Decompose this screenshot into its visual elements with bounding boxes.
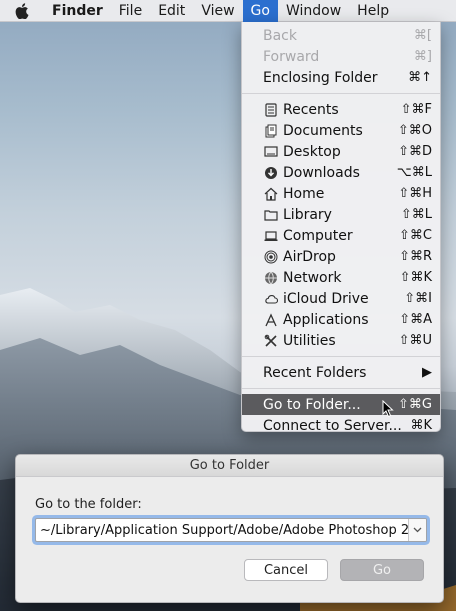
menu-edit[interactable]: Edit — [150, 0, 193, 22]
menu-view[interactable]: View — [193, 0, 242, 22]
cancel-button[interactable]: Cancel — [244, 559, 328, 581]
chevron-down-icon — [413, 527, 422, 533]
folder-path-input[interactable]: ~/Library/Application Support/Adobe/Adob… — [35, 518, 427, 542]
menu-item-shortcut: ⇧⌘O — [397, 123, 432, 138]
menu-item-enclosing-folder[interactable]: Enclosing Folder ⌘↑ — [242, 67, 440, 88]
icloud-icon — [263, 291, 279, 307]
menu-item-label: Recent Folders — [263, 364, 367, 381]
home-icon — [263, 186, 279, 202]
menu-item-downloads[interactable]: Downloads ⌥⌘L — [242, 162, 440, 183]
menu-item-label: Back — [263, 27, 297, 44]
menu-item-recent-folders[interactable]: Recent Folders ▶ — [242, 362, 440, 383]
menu-item-label: Home — [283, 185, 325, 202]
apple-icon[interactable] — [0, 0, 44, 22]
menu-item-shortcut: ⇧⌘F — [400, 102, 432, 117]
documents-icon — [263, 123, 279, 139]
menu-item-shortcut: ⇧⌘A — [399, 312, 432, 327]
recents-icon — [263, 102, 279, 118]
menu-item-shortcut: ⇧⌘G — [398, 397, 432, 412]
menu-item-shortcut: ⇧⌘D — [398, 144, 432, 159]
airdrop-icon — [263, 249, 279, 265]
menu-item-connect-to-server[interactable]: Connect to Server... ⌘K — [242, 415, 440, 436]
go-to-folder-dialog: Go to Folder Go to the folder: ~/Library… — [15, 454, 444, 603]
menu-item-computer[interactable]: Computer ⇧⌘C — [242, 225, 440, 246]
utilities-icon — [263, 333, 279, 349]
menu-item-label: Network — [283, 269, 342, 286]
menu-finder[interactable]: Finder — [44, 0, 111, 22]
applications-icon — [263, 312, 279, 328]
menu-item-shortcut: ⌘K — [410, 418, 432, 433]
folder-path-value[interactable]: ~/Library/Application Support/Adobe/Adob… — [36, 523, 408, 538]
menu-item-shortcut: ⇧⌘K — [399, 270, 432, 285]
menu-help[interactable]: Help — [349, 0, 397, 22]
menu-item-label: Library — [283, 206, 332, 223]
menu-item-label: Forward — [263, 48, 320, 65]
menu-item-airdrop[interactable]: AirDrop ⇧⌘R — [242, 246, 440, 267]
mouse-pointer-icon — [382, 400, 394, 418]
menu-item-recents[interactable]: Recents ⇧⌘F — [242, 99, 440, 120]
menu-file[interactable]: File — [111, 0, 150, 22]
menu-item-shortcut: ⌘↑ — [408, 70, 432, 85]
menu-go[interactable]: Go — [242, 0, 278, 22]
menu-item-shortcut: ⇧⌘L — [400, 207, 432, 222]
menu-item-label: iCloud Drive — [283, 290, 369, 307]
menu-item-shortcut: ⇧⌘R — [399, 249, 432, 264]
menu-item-label: Utilities — [283, 332, 336, 349]
menu-item-documents[interactable]: Documents ⇧⌘O — [242, 120, 440, 141]
menu-item-shortcut: ⇧⌘C — [399, 228, 432, 243]
menu-item-shortcut: ⇧⌘I — [404, 291, 432, 306]
menu-item-label: Computer — [283, 227, 353, 244]
dialog-prompt: Go to the folder: — [35, 497, 142, 512]
menu-item-label: AirDrop — [283, 248, 336, 265]
computer-icon — [263, 228, 279, 244]
go-button[interactable]: Go — [340, 559, 424, 581]
menu-window[interactable]: Window — [278, 0, 349, 22]
menu-item-shortcut: ⌘] — [413, 49, 432, 64]
network-icon — [263, 270, 279, 286]
dialog-title: Go to Folder — [16, 455, 443, 477]
go-menu-dropdown: Back ⌘[ Forward ⌘] Enclosing Folder ⌘↑ R… — [241, 22, 441, 434]
menu-item-applications[interactable]: Applications ⇧⌘A — [242, 309, 440, 330]
menu-bar: Finder File Edit View Go Window Help — [0, 0, 456, 22]
menu-item-library[interactable]: Library ⇧⌘L — [242, 204, 440, 225]
menu-item-forward[interactable]: Forward ⌘] — [242, 46, 440, 67]
menu-item-label: Downloads — [283, 164, 360, 181]
menu-item-label: Applications — [283, 311, 369, 328]
menu-separator — [242, 93, 440, 94]
menu-item-label: Recents — [283, 101, 339, 118]
menu-item-home[interactable]: Home ⇧⌘H — [242, 183, 440, 204]
desktop-icon — [263, 144, 279, 160]
path-dropdown-button[interactable] — [408, 519, 426, 541]
menu-separator — [242, 356, 440, 357]
menu-item-desktop[interactable]: Desktop ⇧⌘D — [242, 141, 440, 162]
downloads-icon — [263, 165, 279, 181]
menu-item-back[interactable]: Back ⌘[ — [242, 25, 440, 46]
menu-item-shortcut: ⇧⌘U — [398, 333, 432, 348]
menu-item-icloud-drive[interactable]: iCloud Drive ⇧⌘I — [242, 288, 440, 309]
menu-item-utilities[interactable]: Utilities ⇧⌘U — [242, 330, 440, 351]
menu-item-label: Connect to Server... — [263, 417, 402, 434]
menu-item-label: Go to Folder... — [263, 396, 361, 413]
menu-item-shortcut: ⌥⌘L — [396, 165, 432, 180]
menu-separator — [242, 388, 440, 389]
submenu-arrow-icon: ▶ — [422, 365, 432, 380]
menu-item-label: Desktop — [283, 143, 341, 160]
menu-item-network[interactable]: Network ⇧⌘K — [242, 267, 440, 288]
menu-item-go-to-folder[interactable]: Go to Folder... ⇧⌘G — [242, 394, 440, 415]
menu-item-label: Enclosing Folder — [263, 69, 378, 86]
library-folder-icon — [263, 207, 279, 223]
menu-item-label: Documents — [283, 122, 363, 139]
menu-item-shortcut: ⇧⌘H — [398, 186, 432, 201]
menu-item-shortcut: ⌘[ — [413, 28, 432, 43]
